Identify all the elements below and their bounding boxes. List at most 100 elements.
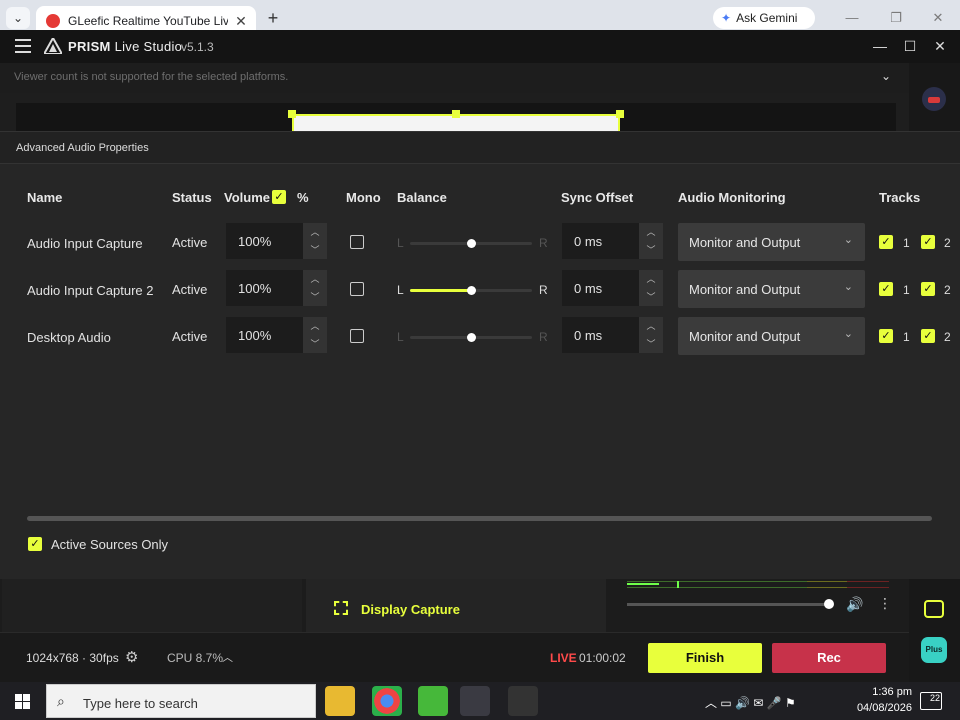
rec-button[interactable]: Rec [772, 643, 886, 673]
speaker-icon[interactable]: 🔊 [846, 596, 863, 613]
ask-gemini-button[interactable]: ✦ Ask Gemini [713, 7, 815, 29]
chevron-up-icon[interactable]: ︿ [639, 223, 663, 241]
track-1-checkbox[interactable]: ✓ [879, 329, 893, 343]
track-1-checkbox[interactable]: ✓ [879, 282, 893, 296]
master-volume-knob[interactable] [824, 599, 834, 609]
minimize-icon[interactable]: — [840, 8, 864, 28]
chevron-up-icon[interactable]: ︿ [303, 317, 327, 335]
track-1-label: 1 [903, 236, 910, 250]
track-2-checkbox[interactable]: ✓ [921, 329, 935, 343]
audio-monitoring-value: Monitor and Output [689, 235, 801, 250]
chevron-down-icon[interactable]: ﹀ [303, 335, 327, 353]
tab-close-icon[interactable]: ✕ [232, 12, 250, 30]
chevron-down-icon[interactable]: ﹀ [639, 288, 663, 306]
chevron-down-icon[interactable]: ﹀ [639, 335, 663, 353]
audio-monitoring-select[interactable]: Monitor and Output ⌄ [678, 223, 865, 261]
sync-offset-spinbox[interactable]: 0 ms ︿ ﹀ [562, 270, 663, 306]
chevron-down-icon: ⌄ [843, 281, 853, 293]
audio-monitoring-select[interactable]: Monitor and Output ⌄ [678, 270, 865, 308]
chrome-icon[interactable] [372, 686, 402, 716]
scene-settings-icon[interactable] [924, 600, 944, 618]
source-name: Desktop Audio [27, 330, 111, 345]
volume-value: 100% [238, 234, 272, 249]
balance-knob[interactable] [467, 286, 476, 295]
balance-right-label: R [539, 283, 548, 297]
resize-handle[interactable] [288, 110, 296, 118]
audio-monitoring-select[interactable]: Monitor and Output ⌄ [678, 317, 865, 355]
advanced-audio-dialog: Advanced Audio Properties Name Status Vo… [0, 131, 960, 579]
viewer-count-note: Viewer count is not supported for the se… [14, 71, 289, 83]
taskbar-search[interactable]: ⌕ Type here to search [46, 684, 316, 718]
chevron-down-icon[interactable]: ⌄ [876, 69, 896, 87]
recorder-app-icon[interactable] [508, 686, 538, 716]
resolution-fps: 1024x768 · 30fps [26, 651, 119, 665]
app-close-icon[interactable]: ✕ [929, 36, 951, 56]
chevron-up-icon[interactable]: ︿ [639, 270, 663, 288]
mono-checkbox[interactable] [350, 282, 364, 296]
notification-center-icon[interactable]: 22 [920, 692, 942, 710]
prism-taskbar-icon[interactable] [460, 686, 490, 716]
active-sources-only-label: Active Sources Only [51, 537, 169, 552]
source-name: Audio Input Capture [27, 236, 143, 251]
volume-unit-checkbox[interactable]: ✓ [272, 190, 286, 204]
resize-handle[interactable] [616, 110, 624, 118]
chevron-up-icon[interactable]: ︿ [303, 270, 327, 288]
channel-avatar[interactable] [922, 87, 946, 111]
app-name-suffix: Live Studio [114, 39, 183, 54]
chevron-up-icon[interactable]: ︿ [303, 223, 327, 241]
volume-value: 100% [238, 328, 272, 343]
volume-spinbox[interactable]: 100% ︿ ﹀ [226, 317, 327, 353]
utorrent-icon[interactable] [418, 686, 448, 716]
file-explorer-icon[interactable] [325, 686, 355, 716]
balance-left-label: L [397, 283, 404, 297]
chevron-up-icon[interactable]: ︿ [639, 317, 663, 335]
ask-gemini-label: Ask Gemini [736, 11, 798, 25]
track-1-checkbox[interactable]: ✓ [879, 235, 893, 249]
volume-spinbox[interactable]: 100% ︿ ﹀ [226, 270, 327, 306]
volume-spinbox[interactable]: 100% ︿ ﹀ [226, 223, 327, 259]
windows-start-icon[interactable] [0, 682, 44, 720]
column-header-name: Name [27, 190, 63, 205]
tab-search-chevron-icon[interactable]: ⌄ [6, 7, 30, 29]
menu-icon[interactable] [15, 39, 31, 53]
track-1-label: 1 [903, 283, 910, 297]
prism-plus-badge[interactable]: Plus [921, 637, 947, 663]
display-capture-icon [334, 601, 348, 615]
restore-icon[interactable]: ❐ [884, 8, 908, 28]
master-volume-slider[interactable] [627, 603, 829, 606]
audio-level-meter [627, 581, 889, 588]
app-maximize-icon[interactable]: ☐ [899, 36, 921, 56]
balance-knob[interactable] [467, 239, 476, 248]
sync-offset-spinbox[interactable]: 0 ms ︿ ﹀ [562, 317, 663, 353]
audio-monitoring-value: Monitor and Output [689, 282, 801, 297]
mono-checkbox[interactable] [350, 235, 364, 249]
finish-button[interactable]: Finish [648, 643, 762, 673]
youtube-favicon-icon [46, 14, 60, 28]
chevron-up-icon[interactable]: ︿ [222, 649, 233, 665]
resize-handle[interactable] [452, 110, 460, 118]
balance-slider[interactable] [410, 333, 532, 342]
balance-slider[interactable] [410, 286, 532, 295]
system-tray-icons[interactable]: ︿ ▭ 🔊 ✉ 🎤 ⚑ [705, 694, 796, 711]
display-capture-source[interactable]: Display Capture [361, 602, 460, 617]
chevron-down-icon[interactable]: ﹀ [639, 241, 663, 259]
prism-title-bar: PRISM Live Studio v5.1.3 — ☐ ✕ [0, 30, 960, 63]
close-window-icon[interactable]: ✕ [926, 8, 950, 28]
sync-offset-spinbox[interactable]: 0 ms ︿ ﹀ [562, 223, 663, 259]
track-2-checkbox[interactable]: ✓ [921, 282, 935, 296]
new-tab-button[interactable]: + [262, 7, 284, 29]
track-2-checkbox[interactable]: ✓ [921, 235, 935, 249]
live-duration: 01:00:02 [579, 651, 626, 665]
chevron-down-icon[interactable]: ﹀ [303, 288, 327, 306]
search-icon: ⌕ [57, 693, 65, 709]
chevron-down-icon[interactable]: ﹀ [303, 241, 327, 259]
mono-checkbox[interactable] [350, 329, 364, 343]
app-minimize-icon[interactable]: — [869, 36, 891, 56]
balance-knob[interactable] [467, 333, 476, 342]
balance-slider[interactable] [410, 239, 532, 248]
active-sources-only-checkbox[interactable]: ✓ [28, 537, 42, 551]
balance-right-label: R [539, 236, 548, 250]
gear-icon[interactable]: ⚙ [125, 648, 138, 666]
more-options-icon[interactable]: ⋮ [878, 595, 892, 612]
horizontal-scrollbar[interactable] [27, 516, 932, 521]
